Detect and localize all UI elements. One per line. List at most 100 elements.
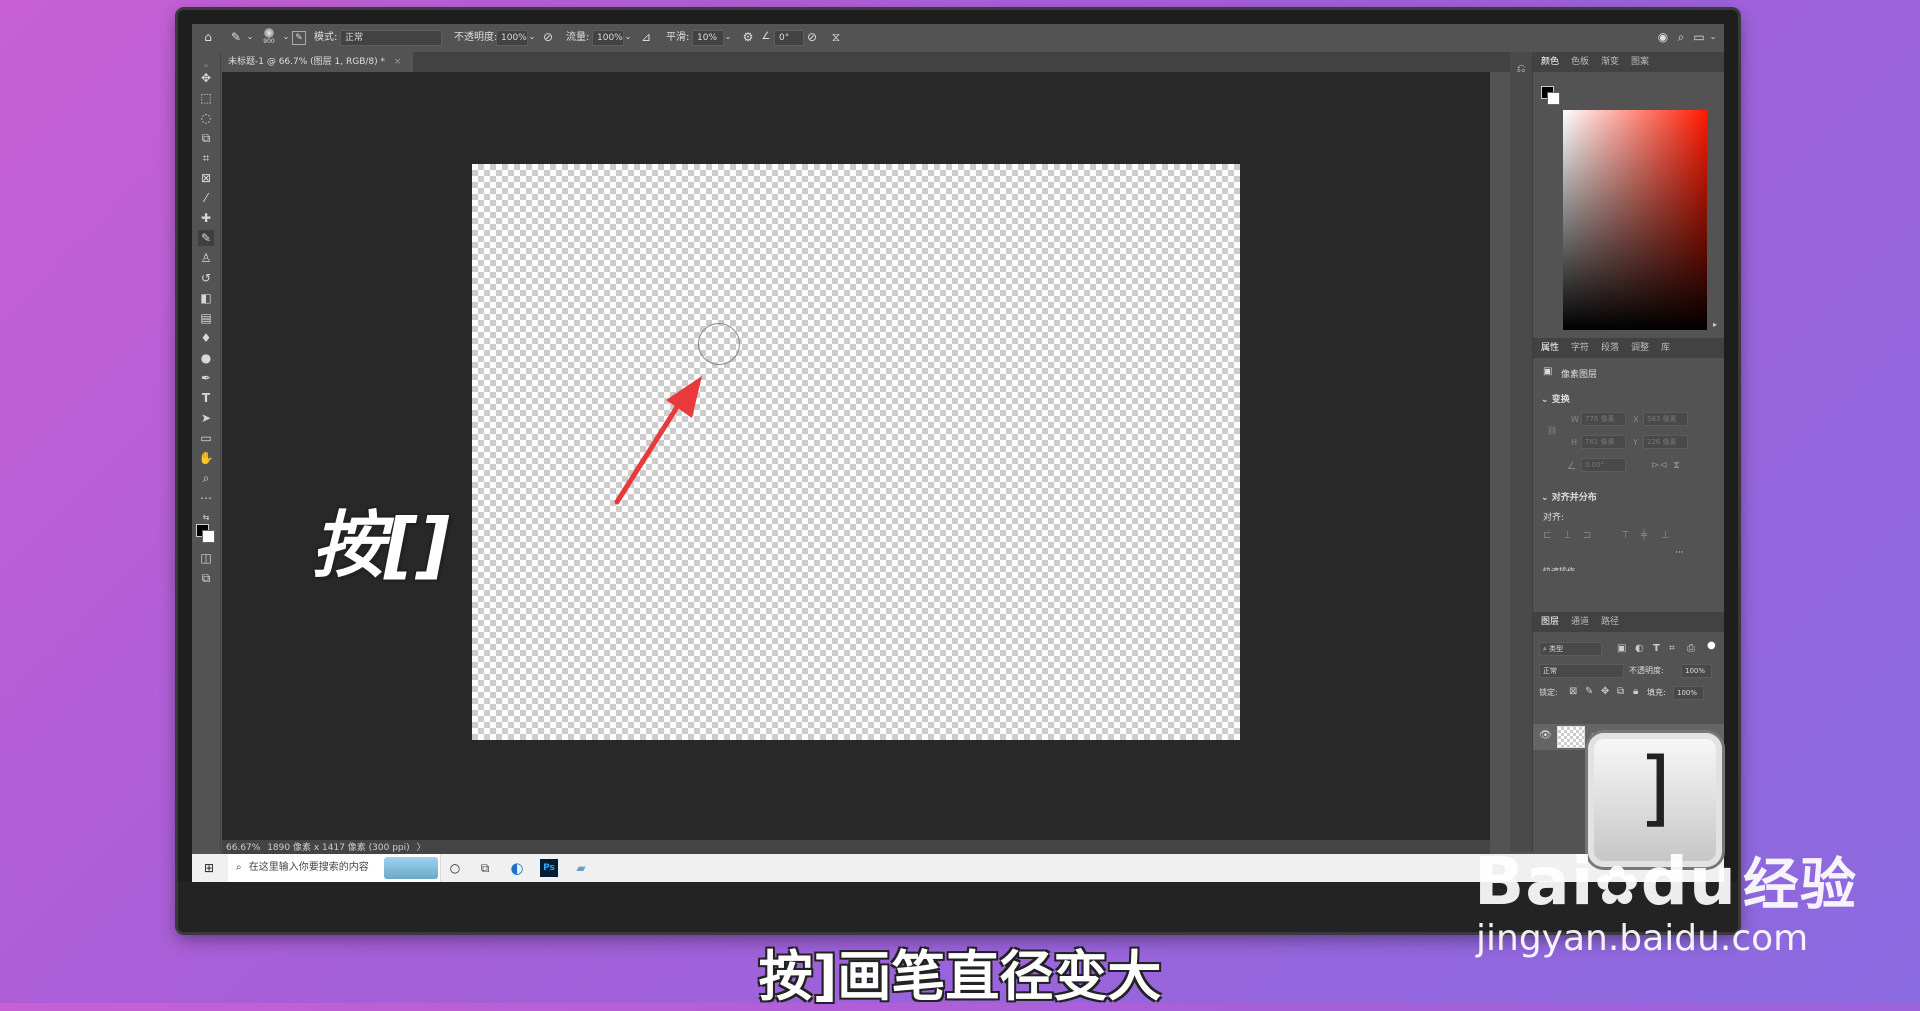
close-icon[interactable]: × [394,57,402,67]
align-bottom-icon[interactable]: ⊥ [1661,530,1670,541]
filter-type-icon[interactable]: T [1653,643,1660,654]
object-select-tool-icon[interactable]: ⧉ [198,130,214,146]
chevron-down-icon[interactable]: ⌄ [1705,29,1721,45]
tab-paths[interactable]: 路径 [1601,612,1619,632]
filter-shape-icon[interactable]: ⌗ [1669,643,1675,654]
tab-adjustments[interactable]: 调整 [1631,338,1649,358]
layer-opacity-field[interactable]: 100% [1681,664,1712,678]
tab-libraries[interactable]: 库 [1661,338,1670,358]
transparent-canvas[interactable] [472,164,1240,740]
tab-gradients[interactable]: 渐变 [1601,52,1619,72]
task-view-icon[interactable]: ⧉ [476,859,494,877]
lock-all-icon[interactable]: 🔒︎ [1633,686,1638,697]
tab-character[interactable]: 字符 [1571,338,1589,358]
lock-artboard-icon[interactable]: ⧉ [1617,686,1624,697]
y-field[interactable]: 226 像素 [1643,435,1688,449]
more-options-icon[interactable]: ··· [1675,548,1684,558]
tab-channels[interactable]: 通道 [1571,612,1589,632]
status-expand-icon[interactable]: 〉 [417,843,426,853]
zoom-tool-icon[interactable]: ⌕ [198,470,214,486]
app-taskbar-icon[interactable]: ▰ [572,859,590,877]
zoom-level[interactable]: 66.67% [226,843,260,853]
lock-transparent-icon[interactable]: ⊠ [1569,686,1577,697]
filter-smart-object-icon[interactable]: ⎙ [1687,643,1695,654]
chevron-down-icon[interactable]: ⌄ [524,29,540,45]
type-tool-icon[interactable]: T [198,390,214,406]
windows-start-icon[interactable]: ⊞ [200,859,218,877]
quick-mask-icon[interactable]: ◫ [198,550,214,566]
tab-layers[interactable]: 图层 [1541,612,1559,632]
color-saturation-field[interactable] [1563,110,1707,330]
width-field[interactable]: 776 像素 [1581,412,1626,426]
screen-mode-icon[interactable]: ⧉ [198,570,214,586]
pen-tool-icon[interactable]: ✒ [198,370,214,386]
tab-properties[interactable]: 属性 [1541,338,1559,358]
height-field[interactable]: 761 像素 [1581,435,1626,449]
healing-brush-tool-icon[interactable]: ✚ [198,210,214,226]
stamp-tool-icon[interactable]: ♙ [198,250,214,266]
chevron-down-icon[interactable]: ⌄ [620,29,636,45]
airbrush-icon[interactable]: ⊿ [638,29,654,45]
link-icon[interactable]: ⛓ [1547,426,1557,435]
eraser-tool-icon[interactable]: ◧ [198,290,214,306]
lasso-tool-icon[interactable]: ◌ [198,110,214,126]
taskbar-search-box[interactable]: ⌕ 在这里输入你要搜索的内容 [228,854,441,882]
brush-tool-icon[interactable]: ✎ [198,230,214,246]
transform-section-title[interactable]: ⌄ 变换 [1541,392,1570,405]
fill-field[interactable]: 100% [1673,686,1704,700]
rectangle-tool-icon[interactable]: ▭ [198,430,214,446]
tab-swatches[interactable]: 色板 [1571,52,1589,72]
crop-tool-icon[interactable]: ⌗ [198,150,214,166]
flip-vertical-icon[interactable]: ⧗ [1673,460,1680,471]
brush-settings-icon[interactable]: ✎ [292,31,306,45]
symmetry-icon[interactable]: ⧖ [828,29,844,45]
path-selection-tool-icon[interactable]: ➤ [198,410,214,426]
filter-pixel-icon[interactable]: ▣ [1617,643,1626,654]
pressure-opacity-icon[interactable]: ⊘ [540,29,556,45]
lock-image-icon[interactable]: ✎ [1585,686,1593,697]
search-icon[interactable]: ⌕ [1673,29,1689,45]
history-brush-tool-icon[interactable]: ↺ [198,270,214,286]
history-panel-icon[interactable]: ⎌ [1514,62,1528,76]
align-center-icon[interactable]: ⊥ [1563,530,1572,541]
document-tab[interactable]: 未标题-1 @ 66.7% (图层 1, RGB/8) * × [220,52,414,72]
angle-field[interactable]: 0.00° [1581,458,1626,472]
dodge-tool-icon[interactable]: ● [198,350,214,366]
flip-horizontal-icon[interactable]: ⊳⊲ [1651,460,1668,471]
align-left-icon[interactable]: ⊏ [1543,530,1551,541]
mode-dropdown[interactable]: 正常 [340,30,442,46]
more-tools-icon[interactable]: ⋯ [198,490,214,506]
hand-tool-icon[interactable]: ✋ [198,450,214,466]
blur-tool-icon[interactable]: ♦ [198,330,214,346]
hue-slider-handle-icon[interactable]: ▸ [1713,320,1717,329]
align-section-title[interactable]: ⌄ 对齐并分布 [1541,490,1597,503]
gear-icon[interactable]: ⚙ [740,29,756,45]
x-field[interactable]: 583 像素 [1643,412,1688,426]
cortana-icon[interactable]: ○ [446,859,464,877]
frame-tool-icon[interactable]: ⊠ [198,170,214,186]
account-icon[interactable]: ◉ [1655,29,1671,45]
marquee-tool-icon[interactable]: ⬚ [198,90,214,106]
gradient-tool-icon[interactable]: ▤ [198,310,214,326]
eyedropper-tool-icon[interactable]: ⁄ [198,190,214,206]
filter-adjustment-icon[interactable]: ◐ [1635,643,1644,654]
visibility-eye-icon[interactable]: 👁︎ [1539,730,1552,741]
chevron-down-icon[interactable]: ⌄ [242,29,258,45]
tab-patterns[interactable]: 图案 [1631,52,1649,72]
brush-size-picker[interactable]: 900 [258,28,280,46]
align-middle-icon[interactable]: ╪ [1641,530,1647,541]
chevron-down-icon[interactable]: ⌄ [720,29,736,45]
align-right-icon[interactable]: ⊐ [1583,530,1591,541]
edge-browser-icon[interactable]: ◐ [508,859,526,877]
move-tool-icon[interactable]: ✥ [198,70,214,86]
layer-filter-dropdown[interactable]: ⌕ 类型 [1539,642,1602,656]
background-color-swatch[interactable] [1547,92,1560,105]
blend-mode-dropdown[interactable]: 正常 [1539,664,1624,678]
angle-field[interactable]: 0° [774,30,804,46]
home-icon[interactable]: ⌂ [200,29,216,45]
canvas-workspace[interactable] [222,72,1490,840]
filter-toggle-icon[interactable]: ● [1707,640,1716,651]
background-color-swatch[interactable] [202,530,215,543]
align-top-icon[interactable]: ⊤ [1621,530,1630,541]
tab-paragraph[interactable]: 段落 [1601,338,1619,358]
